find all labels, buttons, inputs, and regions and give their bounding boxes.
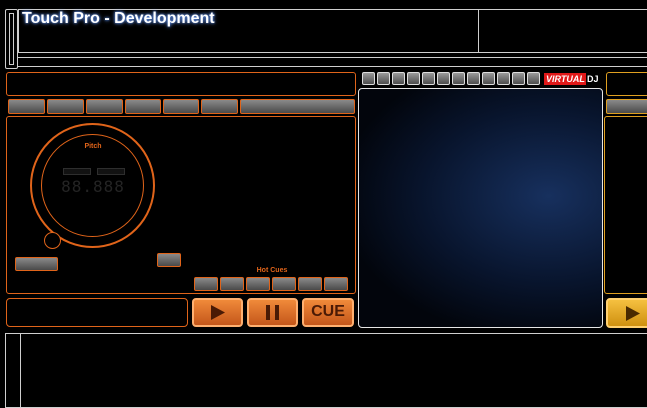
hot-cue-button-2[interactable] xyxy=(220,277,244,291)
hot-cue-button-3[interactable] xyxy=(246,277,270,291)
indicator-light-8[interactable] xyxy=(467,72,480,85)
hot-cue-button-4[interactable] xyxy=(272,277,296,291)
pitch-label: Pitch xyxy=(84,143,102,150)
hot-cue-button-6[interactable] xyxy=(324,277,348,291)
play-icon xyxy=(626,306,640,321)
deck-left-small-button-left[interactable] xyxy=(15,257,58,271)
indicator-light-9[interactable] xyxy=(482,72,495,85)
pitch-readout: 88.888 xyxy=(61,177,125,196)
deck-left-top-button-6[interactable] xyxy=(201,99,238,114)
virtualdj-logo-dj: DJ xyxy=(586,73,600,85)
cue-button-label: CUE xyxy=(311,303,345,320)
page-title: Touch Pro - Development xyxy=(22,10,215,27)
deck-left-top-button-3[interactable] xyxy=(86,99,123,114)
indicator-light-12[interactable] xyxy=(527,72,540,85)
indicator-light-6[interactable] xyxy=(437,72,450,85)
pause-button[interactable] xyxy=(247,298,298,327)
deck-left-top-button-wide[interactable] xyxy=(240,99,355,114)
deck-left-top-button-4[interactable] xyxy=(125,99,161,114)
header-right-panel xyxy=(478,9,647,53)
deck-left-top-button-1[interactable] xyxy=(8,99,45,114)
deck-right-play-button[interactable] xyxy=(606,298,647,328)
jog-wheel-handle xyxy=(44,232,61,249)
cue-button[interactable]: CUE xyxy=(302,298,354,327)
indicator-light-4[interactable] xyxy=(407,72,420,85)
pause-icon xyxy=(266,305,279,320)
hot-cue-button-1[interactable] xyxy=(194,277,218,291)
deck-left-top-button-2[interactable] xyxy=(47,99,84,114)
indicator-light-1[interactable] xyxy=(362,72,375,85)
bottom-panel xyxy=(5,333,647,408)
header-strip xyxy=(18,57,647,67)
indicator-light-5[interactable] xyxy=(422,72,435,85)
deck-left-transport-info xyxy=(6,298,188,327)
deck-left-top-button-5[interactable] xyxy=(163,99,199,114)
indicator-light-2[interactable] xyxy=(377,72,390,85)
hot-cues-label: Hot Cues xyxy=(256,267,288,274)
indicator-light-11[interactable] xyxy=(512,72,525,85)
pitch-display-box-right xyxy=(97,168,125,175)
indicator-light-3[interactable] xyxy=(392,72,405,85)
deck-right-main-panel xyxy=(604,116,647,294)
deck-left-small-button-right[interactable] xyxy=(157,253,181,267)
play-button[interactable] xyxy=(192,298,243,327)
center-display-panel xyxy=(358,88,603,328)
deck-right-top-button[interactable] xyxy=(606,99,647,114)
center-indicator-row xyxy=(362,72,542,85)
indicator-light-7[interactable] xyxy=(452,72,465,85)
virtualdj-logo-text: VIRTUAL xyxy=(546,74,585,84)
hot-cue-button-5[interactable] xyxy=(298,277,322,291)
pitch-display-box-left xyxy=(63,168,91,175)
deck-right-info-panel xyxy=(606,72,647,96)
window-left-handle-inner xyxy=(9,13,14,65)
play-icon xyxy=(211,305,225,320)
indicator-light-10[interactable] xyxy=(497,72,510,85)
deck-left-info-panel xyxy=(6,72,356,96)
virtualdj-logo: VIRTUAL DJ xyxy=(544,73,600,85)
